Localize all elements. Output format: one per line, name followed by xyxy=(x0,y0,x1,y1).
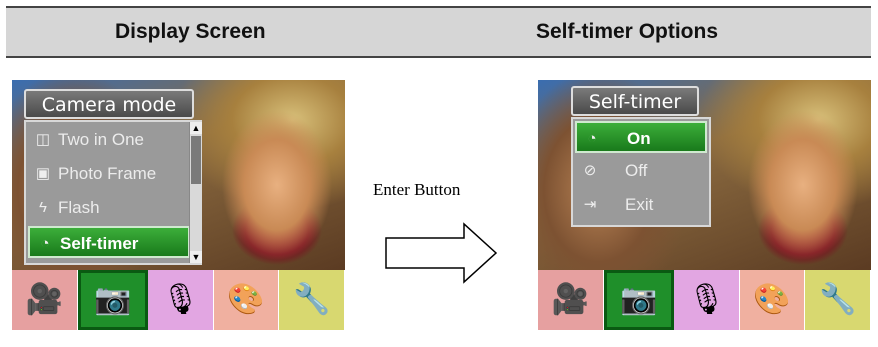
menu-item-on[interactable]: ◔ On xyxy=(575,121,707,153)
menu-item-photo-frame[interactable]: ▣ Photo Frame xyxy=(28,158,188,190)
header-bar: Display Screen Self-timer Options xyxy=(6,6,871,58)
palette-icon: 🎨 xyxy=(753,283,791,316)
camera-icon: 📷 xyxy=(94,283,132,316)
menu-item-flash[interactable]: ϟ Flash xyxy=(28,192,188,224)
menu-item-label: On xyxy=(627,129,651,148)
tab-audio[interactable]: 🎙 xyxy=(674,270,740,330)
menu-scrollbar[interactable]: ▲ ▼ xyxy=(189,122,202,263)
microphone-icon: 🎙 xyxy=(161,283,200,316)
two-in-one-icon: ◫ xyxy=(35,131,51,148)
tab-audio[interactable]: 🎙 xyxy=(148,270,214,330)
tab-camera[interactable]: 📷 xyxy=(603,270,675,330)
palette-icon: 🎨 xyxy=(227,283,265,316)
photo-frame-icon: ▣ xyxy=(35,165,51,182)
tab-playback[interactable]: 🎨 xyxy=(739,270,806,330)
tab-settings[interactable]: 🔧 xyxy=(805,270,871,330)
header-self-timer-options: Self-timer Options xyxy=(536,20,719,43)
tab-video[interactable]: 🎥 xyxy=(538,270,604,330)
scroll-thumb[interactable] xyxy=(191,136,201,184)
menu-item-self-timer[interactable]: ◔ Self-timer xyxy=(28,226,190,258)
menu-item-label: Self-timer xyxy=(60,234,139,253)
flash-icon: ϟ xyxy=(39,199,47,216)
mode-tab-bar: 🎥 📷 🎙 🎨 🔧 xyxy=(12,270,345,330)
tab-playback[interactable]: 🎨 xyxy=(213,270,280,330)
menu-item-exit[interactable]: ⇥ Exit xyxy=(575,189,707,221)
camera-mode-menu: ◫ Two in One ▣ Photo Frame ϟ Flash ◔ Sel… xyxy=(24,120,202,265)
self-timer-icon: ◔ xyxy=(40,235,50,252)
menu-item-label: Flash xyxy=(58,198,100,217)
settings-tools-icon: 🔧 xyxy=(818,283,857,316)
menu-title: Camera mode xyxy=(24,89,194,119)
header-display-screen: Display Screen xyxy=(115,20,266,43)
menu-item-label: Exit xyxy=(625,195,654,214)
tab-video[interactable]: 🎥 xyxy=(12,270,78,330)
settings-tools-icon: 🔧 xyxy=(292,283,331,316)
tab-settings[interactable]: 🔧 xyxy=(279,270,345,330)
microphone-icon: 🎙 xyxy=(687,283,726,316)
menu-title: Self-timer xyxy=(571,86,699,116)
menu-item-label: Photo Frame xyxy=(58,164,157,183)
display-screen-right: Self-timer ◔ On ⊘ Off ⇥ Exit 🎥 📷 🎙 🎨 🔧 xyxy=(538,80,871,330)
video-camera-icon: 🎥 xyxy=(25,283,63,316)
mode-tab-bar: 🎥 📷 🎙 🎨 🔧 xyxy=(538,270,871,330)
tab-camera[interactable]: 📷 xyxy=(77,270,149,330)
timer-off-icon: ⊘ xyxy=(583,162,597,179)
exit-icon: ⇥ xyxy=(583,196,597,213)
menu-item-label: Off xyxy=(625,161,648,180)
menu-item-two-in-one[interactable]: ◫ Two in One xyxy=(28,124,188,156)
self-timer-menu: ◔ On ⊘ Off ⇥ Exit xyxy=(571,117,711,227)
enter-button-label: Enter Button xyxy=(373,180,461,199)
scroll-down-arrow-icon[interactable]: ▼ xyxy=(190,251,202,263)
camera-icon: 📷 xyxy=(620,283,658,316)
scroll-up-arrow-icon[interactable]: ▲ xyxy=(190,122,202,134)
menu-item-label: Two in One xyxy=(58,130,144,149)
right-arrow-icon xyxy=(385,222,498,284)
timer-on-icon: ◔ xyxy=(587,130,597,147)
video-camera-icon: 🎥 xyxy=(551,283,589,316)
menu-item-off[interactable]: ⊘ Off xyxy=(575,155,707,187)
display-screen-left: Camera mode ◫ Two in One ▣ Photo Frame ϟ… xyxy=(12,80,345,330)
